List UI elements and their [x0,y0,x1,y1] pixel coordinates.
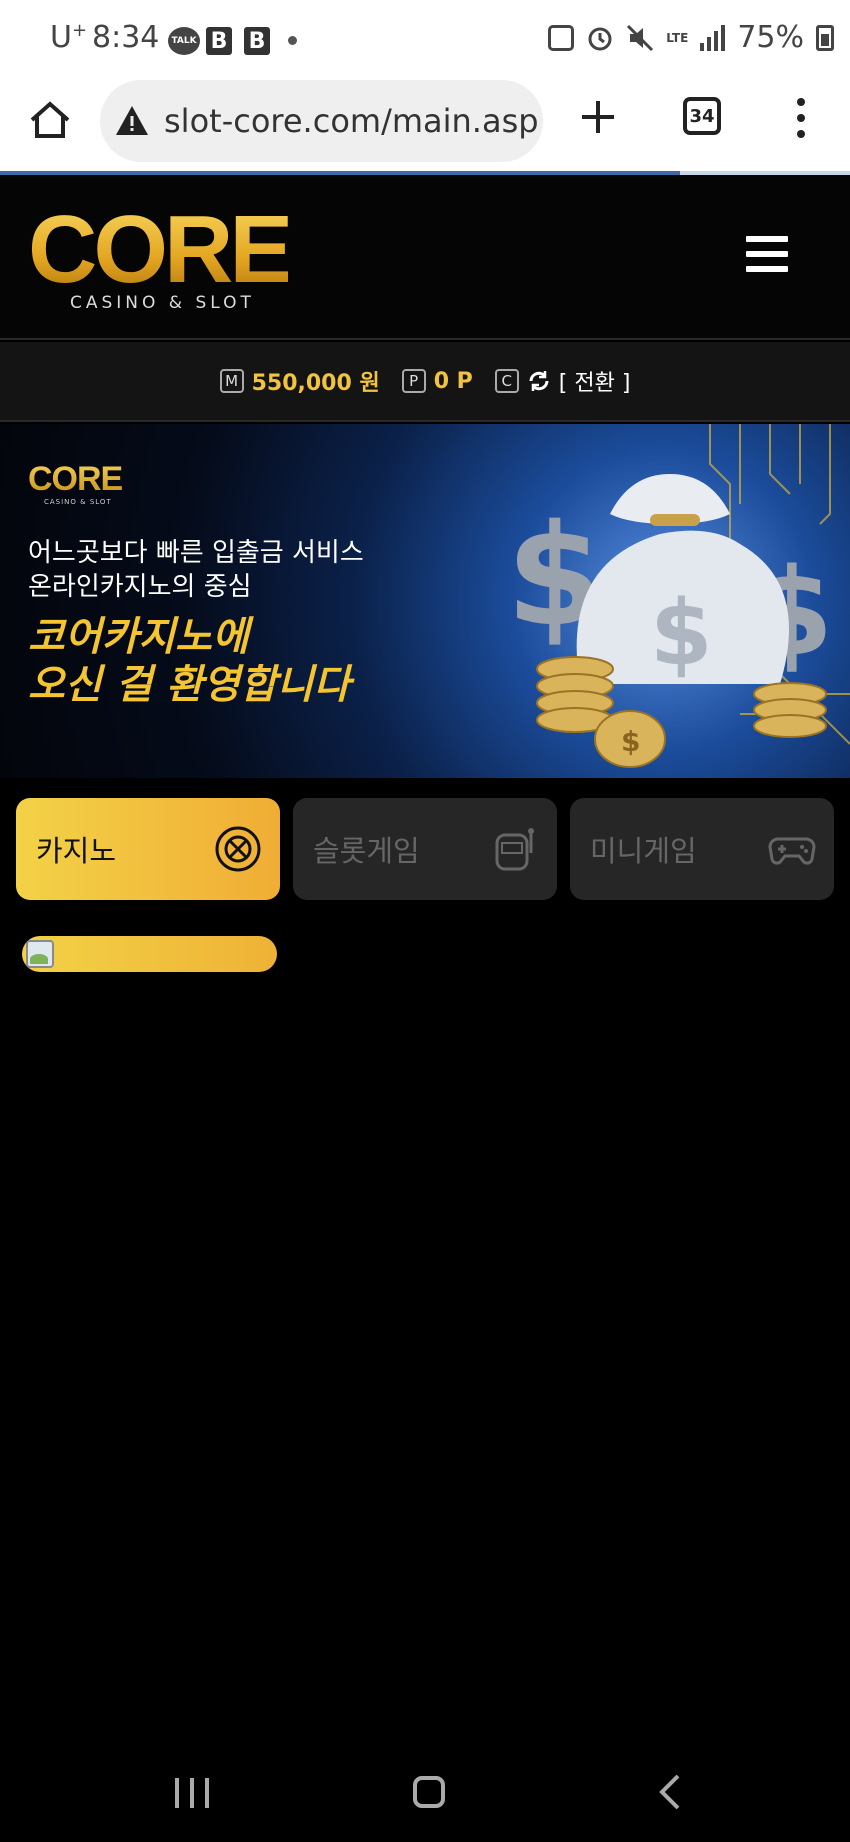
svg-text:$: $ [621,725,640,758]
banner-tagline-1: 어느곳보다 빠른 입출금 서비스 [28,538,364,568]
banner-tagline-2: 온라인카지노의 중심 [28,572,252,602]
money-icon: M [219,369,244,393]
more-menu-icon[interactable] [794,98,808,138]
roulette-icon [215,826,261,872]
home-nav-icon[interactable] [413,1776,445,1808]
battery-icon [816,24,834,51]
status-bar: U+ 8:34 TALK B B LTE 75% [0,0,850,80]
battery-percent: 75% [737,20,804,55]
broken-image-icon [26,940,54,968]
new-tab-icon[interactable] [578,97,618,137]
clock: 8:34 [92,20,160,55]
point-balance: 0 P [433,368,473,394]
tab-mini-game[interactable]: 미니게임 [570,798,834,900]
recent-apps-icon[interactable] [175,1778,209,1808]
mute-icon [627,24,654,51]
kakaotalk-icon: TALK [168,27,200,55]
band-icon-2: B [244,27,270,55]
address-bar[interactable]: slot-core.com/main.asp [100,80,543,162]
hamburger-menu-icon[interactable] [746,236,788,272]
switch-button[interactable]: [ 전환 ] [559,365,631,397]
site-header: CORE CASINO & SLOT [0,175,850,340]
tab-casino[interactable]: 카지노 [16,798,280,900]
back-icon[interactable] [656,1774,686,1810]
notification-dot-icon [288,36,297,45]
signal-icon [700,24,726,51]
tab-slot-game-label: 슬롯게임 [313,834,420,868]
browser-toolbar: slot-core.com/main.asp 34 [0,80,850,175]
tab-mini-game-label: 미니게임 [590,834,697,868]
band-icon: B [206,27,232,55]
game-list-placeholder [22,936,277,972]
promo-banner[interactable]: CORE CASINO & SLOT 어느곳보다 빠른 입출금 서비스 온라인카… [0,424,850,778]
home-icon[interactable] [28,98,72,142]
notification-icon [548,24,575,51]
system-nav-bar [0,1748,850,1842]
svg-text:$: $ [650,581,713,686]
url-text[interactable]: slot-core.com/main.asp [164,102,539,140]
money-balance: 550,000 원 [251,371,380,396]
status-right: LTE 75% [548,20,834,55]
site-logo[interactable]: CORE CASINO & SLOT [28,202,293,314]
banner-headline-2: 오신 걸 환영합니다 [28,662,351,708]
balance-bar: M 550,000 원 P 0 P C [ 전환 ] [0,342,850,422]
gamepad-icon [768,837,816,865]
carrier-label: U+ [50,20,88,55]
banner-logo-sub: CASINO & SLOT [44,498,112,506]
money-bag-illustration: $ $ $ $ [506,424,850,768]
lte-icon: LTE [666,30,689,45]
point-icon: P [401,369,426,393]
slot-machine-icon [495,828,534,871]
banner-logo: CORE [28,460,123,498]
coin-icon: C [494,369,519,393]
warning-icon[interactable] [114,103,150,139]
tab-slot-game[interactable]: 슬롯게임 [293,798,557,900]
tab-switcher-button[interactable]: 34 [683,97,721,135]
alarm-icon [588,27,612,50]
tab-casino-label: 카지노 [36,834,117,868]
refresh-icon[interactable] [527,369,551,393]
